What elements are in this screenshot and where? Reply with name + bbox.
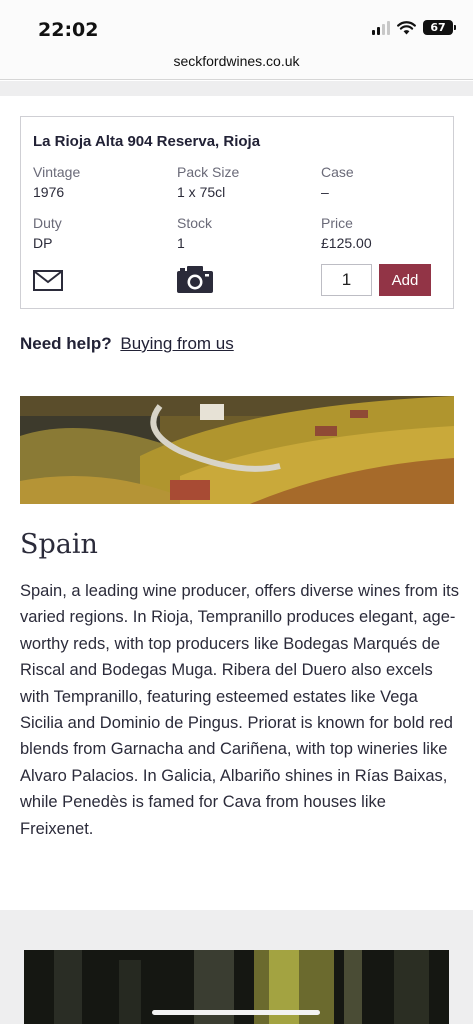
- pack-size-label: Pack Size: [177, 164, 240, 180]
- mail-icon[interactable]: [33, 270, 63, 291]
- stock-label: Stock: [177, 215, 213, 231]
- address-bar[interactable]: seckfordwines.co.uk: [0, 48, 473, 80]
- stock-field: Stock 1: [177, 215, 212, 251]
- pack-size-field: Pack Size 1 x 75cl: [177, 164, 239, 200]
- quantity-input[interactable]: [321, 264, 372, 296]
- status-bar: 22:02 67: [0, 0, 473, 48]
- camera-icon[interactable]: [177, 266, 213, 293]
- url-text: seckfordwines.co.uk: [173, 53, 300, 69]
- wifi-icon: [397, 20, 416, 34]
- price-label: Price: [321, 215, 353, 231]
- page-top-divider: [0, 81, 473, 96]
- help-line: Need help? Buying from us: [20, 334, 234, 354]
- spain-vineyard-image: [20, 396, 454, 504]
- help-label: Need help?: [20, 334, 112, 353]
- home-indicator[interactable]: [152, 1010, 320, 1015]
- price-value: £125.00: [321, 235, 372, 251]
- add-to-basket-button[interactable]: Add: [379, 264, 431, 296]
- vintage-value: 1976: [33, 184, 65, 200]
- cellular-signal-icon: [372, 20, 390, 35]
- battery-icon: 67: [423, 20, 456, 35]
- duty-label: Duty: [33, 215, 62, 231]
- region-description: Spain, a leading wine producer, offers d…: [20, 582, 460, 838]
- duty-field: Duty DP: [33, 215, 62, 251]
- case-value: –: [321, 184, 329, 200]
- status-icons: 67: [372, 20, 456, 35]
- status-time: 22:02: [38, 19, 99, 41]
- vintage-field: Vintage 1976: [33, 164, 80, 200]
- buying-from-us-link[interactable]: Buying from us: [120, 334, 233, 353]
- price-field: Price £125.00: [321, 215, 372, 251]
- stock-value: 1: [177, 235, 185, 251]
- product-card: La Rioja Alta 904 Reserva, Rioja Vintage…: [20, 116, 454, 309]
- case-label: Case: [321, 164, 354, 180]
- region-title: Spain: [20, 529, 98, 560]
- case-field: Case –: [321, 164, 354, 200]
- pack-size-value: 1 x 75cl: [177, 184, 226, 200]
- vintage-label: Vintage: [33, 164, 81, 180]
- product-title: La Rioja Alta 904 Reserva, Rioja: [33, 133, 261, 150]
- duty-value: DP: [33, 235, 53, 251]
